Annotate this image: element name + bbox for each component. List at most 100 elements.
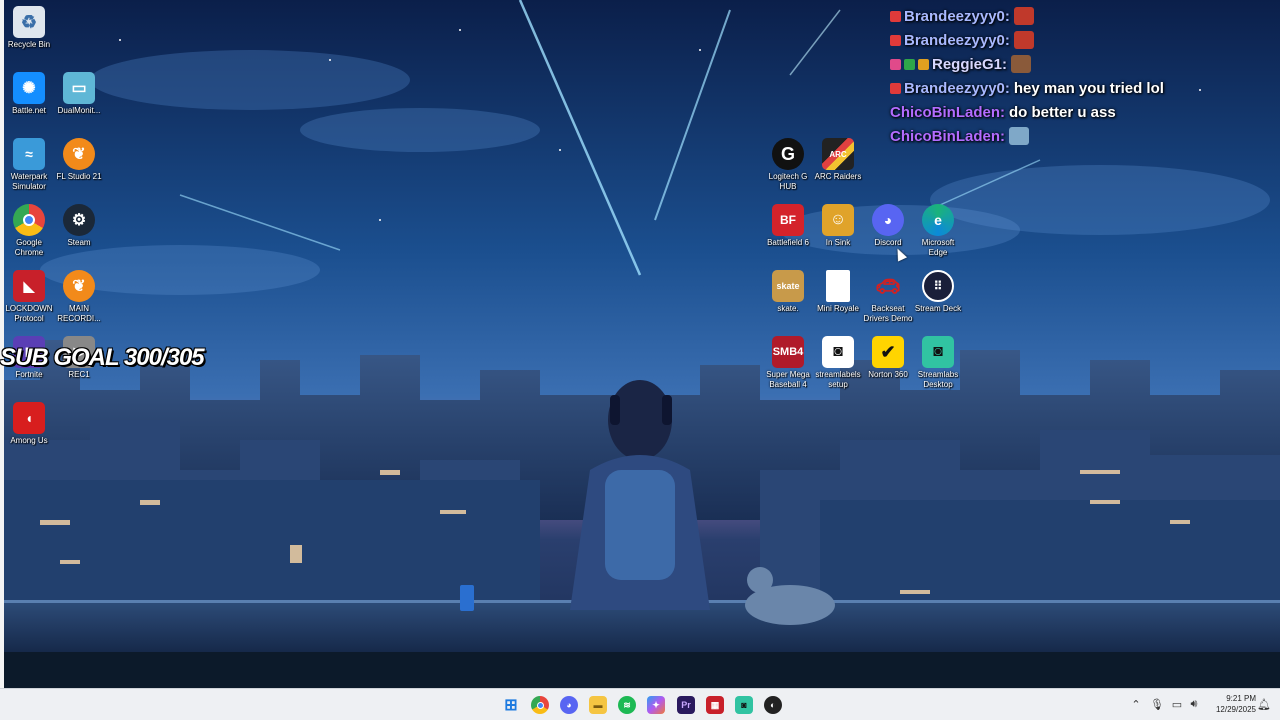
- chat-message: Brandeezyyy0:: [890, 4, 1270, 28]
- premiere-pro-icon: Pr: [681, 700, 691, 710]
- stream-deck-shortcut[interactable]: ⠿ Stream Deck: [913, 270, 963, 314]
- desktop: ♻ Recycle Bin ✺ Battle.net ▭ DualMonit..…: [0, 0, 1280, 720]
- chat-badge-icon: [890, 34, 901, 46]
- streamlabs-icon: ◙: [741, 700, 747, 710]
- in-sink-icon: ☺: [822, 204, 854, 236]
- discord-icon: ◕: [872, 204, 904, 236]
- lockdown-protocol-shortcut[interactable]: ◣ LOCKDOWN Protocol: [4, 270, 54, 324]
- taskbar-spotify[interactable]: ≋: [618, 696, 636, 714]
- microphone-icon[interactable]: 🎙︎: [1150, 698, 1164, 711]
- spotify-icon: ≋: [623, 699, 631, 710]
- arc-raiders-shortcut[interactable]: ARC ARC Raiders: [813, 138, 863, 182]
- google-chrome-shortcut[interactable]: Google Chrome: [4, 204, 54, 258]
- windows-start-icon: ⊞: [504, 697, 518, 714]
- obs-icon: ◐: [770, 700, 776, 710]
- start-button[interactable]: ⊞: [502, 696, 520, 714]
- taskbar-chrome[interactable]: [531, 696, 549, 714]
- microsoft-edge-icon: e: [922, 204, 954, 236]
- sub-goal-overlay: SUB GOAL 300/305: [0, 344, 205, 371]
- taskbar-discord[interactable]: ◕: [560, 696, 578, 714]
- fl-studio-shortcut[interactable]: ❦ FL Studio 21: [54, 138, 104, 182]
- network-icon[interactable]: ▭: [1170, 698, 1184, 711]
- battle-net-shortcut[interactable]: ✺ Battle.net: [4, 72, 54, 116]
- clock-date: 12/29/2025: [1215, 705, 1256, 714]
- microsoft-edge-shortcut[interactable]: e Microsoft Edge: [913, 204, 963, 258]
- chat-username: ChicoBinLaden:: [890, 127, 1005, 145]
- chat-message: ChicoBinLaden: do better u ass: [890, 100, 1270, 124]
- chat-username: Brandeezyyy0:: [904, 7, 1010, 25]
- recycle-bin-icon: ♻: [13, 6, 45, 38]
- chat-badge-icon: [890, 10, 901, 22]
- among-us-shortcut[interactable]: ◖ Among Us: [4, 402, 54, 446]
- super-mega-baseball-icon: SMB4: [772, 336, 804, 368]
- taskbar-copilot[interactable]: ✦: [647, 696, 665, 714]
- super-mega-baseball-4-shortcut[interactable]: SMB4 Super Mega Baseball 4: [763, 336, 813, 390]
- waterpark-simulator-icon: ≈: [13, 138, 45, 170]
- stream-chat-overlay: Brandeezyyy0: Brandeezyyy0: ReggieG1: Br…: [890, 4, 1270, 148]
- steam-shortcut[interactable]: ⚙ Steam: [54, 204, 104, 248]
- chrome-icon: [536, 701, 544, 709]
- chat-emote-icon: [1009, 127, 1029, 145]
- streamlabs-desktop-shortcut[interactable]: ◙ Streamlabs Desktop: [913, 336, 963, 390]
- taskbar: ⊞ ◕ ▬ ≋ ✦ Pr ▦ ◙ ◐ ⌃ 🎙︎ ▭ 🔊︎ 9:21 PM 12/…: [0, 688, 1280, 720]
- stream-deck-icon: ⠿: [922, 270, 954, 302]
- chat-emote-icon: [1013, 7, 1034, 25]
- norton-icon: ✔: [872, 336, 904, 368]
- chat-emote-icon: [1013, 31, 1034, 49]
- chat-username: ReggieG1:: [932, 55, 1008, 73]
- battlefield-6-icon: BF: [772, 204, 804, 236]
- streamlabels-setup-shortcut[interactable]: ◙ streamlabels setup: [813, 336, 863, 390]
- arc-raiders-icon: ARC: [822, 138, 854, 170]
- volume-icon[interactable]: 🔊︎: [1187, 698, 1201, 711]
- desktop-bottom-band: [0, 652, 1280, 688]
- taskbar-file-explorer[interactable]: ▬: [589, 696, 607, 714]
- tier-badge-icon: [918, 58, 929, 70]
- chat-username: ChicoBinLaden:: [890, 103, 1005, 121]
- chat-text: hey man you tried lol: [1013, 79, 1164, 97]
- skate-icon: skate: [772, 270, 804, 302]
- system-clock[interactable]: 9:21 PM 12/29/2025: [1216, 693, 1256, 715]
- streamlabs-icon: ◙: [922, 336, 954, 368]
- backseat-drivers-demo-shortcut[interactable]: 🚗︎ Backseat Drivers Demo: [863, 270, 913, 324]
- fl-studio-icon: ❦: [63, 138, 95, 170]
- car-icon: 🚗︎: [875, 275, 901, 298]
- waterpark-simulator-shortcut[interactable]: ≈ Waterpark Simulator: [4, 138, 54, 192]
- taskbar-obs[interactable]: ◐: [764, 696, 782, 714]
- taskbar-streamlabs[interactable]: ◙: [735, 696, 753, 714]
- streamlabels-icon: ◙: [822, 336, 854, 368]
- in-sink-shortcut[interactable]: ☺ In Sink: [813, 204, 863, 248]
- notification-bell-icon[interactable]: 🔔︎: [1257, 698, 1271, 711]
- taskbar-video-app[interactable]: ▦: [706, 696, 724, 714]
- discord-shortcut[interactable]: ◕ Discord: [863, 204, 913, 248]
- norton-360-shortcut[interactable]: ✔ Norton 360: [863, 336, 913, 380]
- copilot-icon: ✦: [652, 699, 660, 710]
- chat-message: ReggieG1:: [890, 52, 1270, 76]
- chat-username: Brandeezyyy0:: [904, 31, 1010, 49]
- chat-message: Brandeezyyy0: hey man you tried lol: [890, 76, 1270, 100]
- battlefield-6-shortcut[interactable]: BF Battlefield 6: [763, 204, 813, 248]
- among-us-icon: ◖: [13, 402, 45, 434]
- clock-time: 9:21 PM: [1226, 694, 1256, 703]
- blank-file-icon: [826, 270, 850, 302]
- skate-shortcut[interactable]: skate skate.: [763, 270, 813, 314]
- chat-badge-icon: [890, 82, 901, 94]
- taskbar-premiere-pro[interactable]: Pr: [677, 696, 695, 714]
- lockdown-protocol-icon: ◣: [13, 270, 45, 302]
- logitech-g-hub-shortcut[interactable]: G Logitech G HUB: [763, 138, 813, 192]
- video-app-icon: ▦: [710, 699, 720, 710]
- fl-studio-project-icon: ❦: [63, 270, 95, 302]
- mini-royale-shortcut[interactable]: Mini Royale: [813, 270, 863, 314]
- main-recording-shortcut[interactable]: ❦ MAIN RECORDI...: [54, 270, 104, 324]
- dualmonitor-shortcut[interactable]: ▭ DualMonit...: [54, 72, 104, 116]
- chat-text: do better u ass: [1009, 103, 1116, 121]
- chat-message: ChicoBinLaden:: [890, 124, 1270, 148]
- chat-emote-icon: [1011, 55, 1032, 73]
- show-hidden-icons-chevron-up-icon[interactable]: ⌃: [1129, 698, 1143, 711]
- chat-username: Brandeezyyy0:: [904, 79, 1010, 97]
- discord-icon: ◕: [566, 700, 572, 710]
- recycle-bin-shortcut[interactable]: ♻ Recycle Bin: [4, 6, 54, 50]
- chrome-icon: [13, 204, 45, 236]
- battle-net-icon: ✺: [13, 72, 45, 104]
- folder-icon: ▬: [593, 700, 603, 710]
- logitech-g-hub-icon: G: [772, 138, 804, 170]
